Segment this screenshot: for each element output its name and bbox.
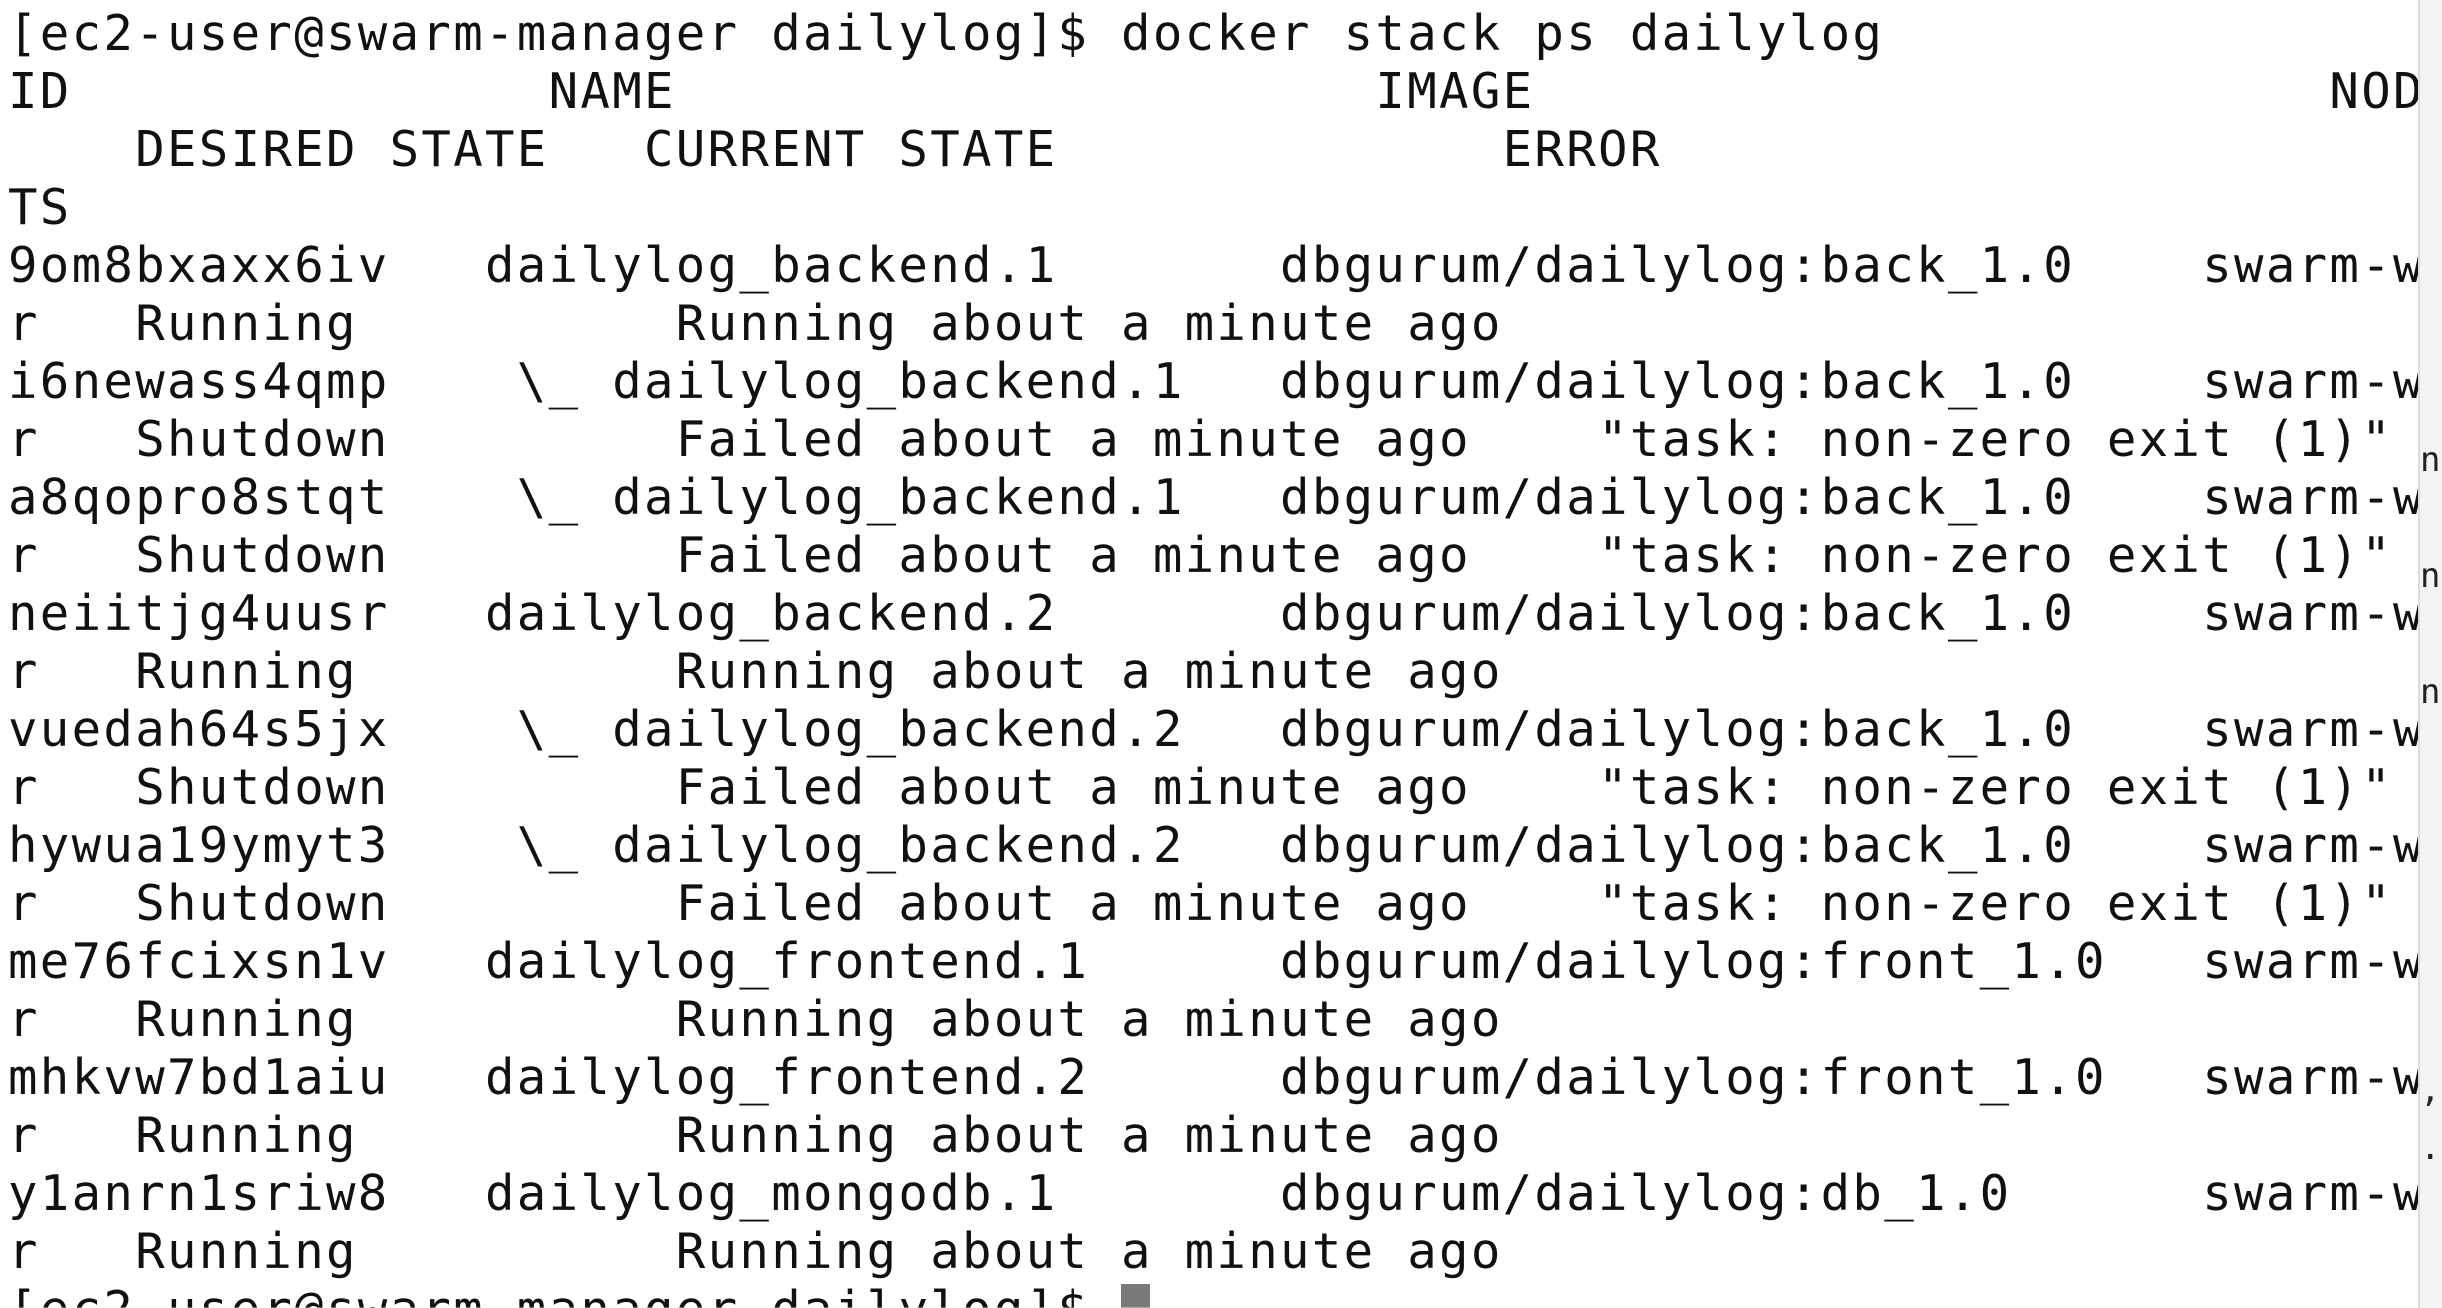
clipped-text-fragment: n [2420,556,2441,596]
terminal-window[interactable]: [ec2-user@swarm-manager dailylog]$ docke… [0,0,2442,1308]
clipped-text-fragment: n [2420,672,2441,712]
text-cursor [1121,1284,1151,1308]
clipped-text-fragment: n [2420,440,2441,480]
clipped-text-fragment: , [2420,1070,2441,1110]
shell-prompt[interactable]: [ec2-user@swarm-manager dailylog]$ [8,1252,1151,1308]
prompt-text: [ec2-user@swarm-manager dailylog]$ [8,1281,1121,1308]
clipped-text-fragment: . [2420,1128,2441,1168]
window-edge-gutter [2418,0,2442,1308]
header-line-2: DESIRED STATE CURRENT STATE ERROR POR [8,121,2442,178]
